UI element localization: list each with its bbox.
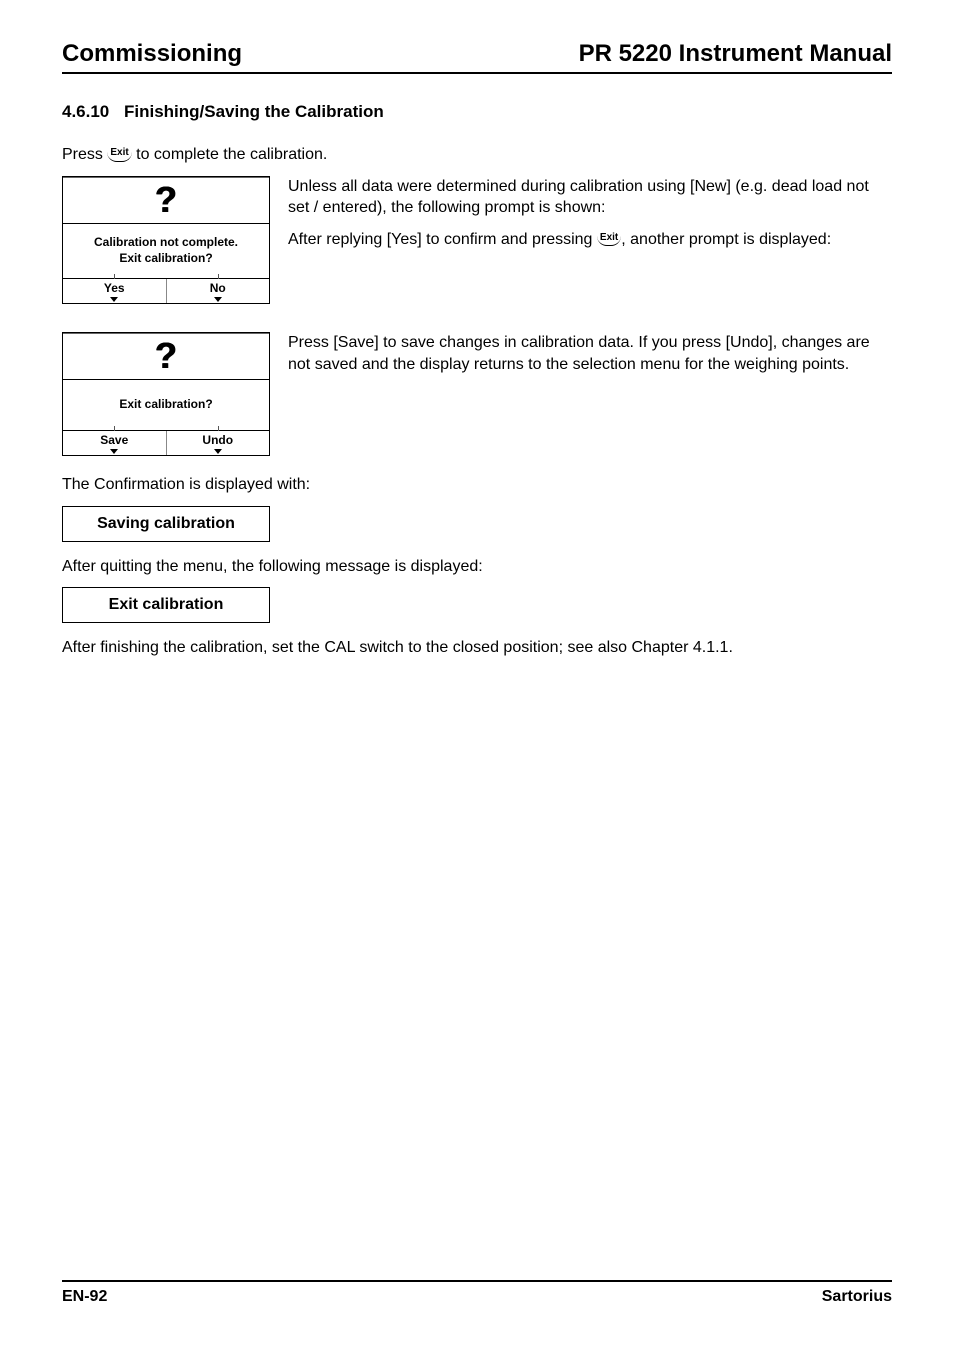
after-quit-text: After quitting the menu, the following m…	[62, 556, 892, 578]
row2-text: Press [Save] to save changes in calibrat…	[288, 332, 892, 385]
footer-brand: Sartorius	[822, 1288, 892, 1306]
screen-prompt-1: ? Calibration not complete. Exit calibra…	[62, 176, 270, 304]
question-mark-icon: ?	[155, 338, 177, 374]
undo-button[interactable]: Undo	[167, 431, 270, 455]
screen-icon-area: ?	[63, 177, 269, 224]
question-mark-icon: ?	[155, 182, 177, 218]
section-number: 4.6.10	[62, 102, 124, 122]
section-title: Finishing/Saving the Calibration	[124, 102, 384, 121]
exit-calibration-box: Exit calibration	[62, 587, 270, 623]
screen1-message: Calibration not complete. Exit calibrati…	[63, 224, 269, 279]
exit-key-icon: Exit	[597, 231, 621, 247]
screen-prompt-2: ? Exit calibration? Save Undo	[62, 332, 270, 456]
row-screen1: ? Calibration not complete. Exit calibra…	[62, 176, 892, 304]
confirm-intro: The Confirmation is displayed with:	[62, 474, 892, 496]
saving-calibration-box: Saving calibration	[62, 506, 270, 542]
closing-text: After finishing the calibration, set the…	[62, 637, 892, 659]
press-instruction: Press Exit to complete the calibration.	[62, 144, 892, 166]
header-right: PR 5220 Instrument Manual	[579, 40, 892, 68]
screen1-buttons: Yes No	[63, 279, 269, 303]
row1-para1: Unless all data were determined during c…	[288, 176, 892, 219]
row-screen2: ? Exit calibration? Save Undo Press [Sav…	[62, 332, 892, 456]
screen2-message: Exit calibration?	[63, 380, 269, 431]
section-heading: 4.6.10Finishing/Saving the Calibration	[62, 102, 892, 122]
no-button[interactable]: No	[167, 279, 270, 303]
save-button[interactable]: Save	[63, 431, 167, 455]
page-footer: EN-92 Sartorius	[62, 1280, 892, 1306]
header-left: Commissioning	[62, 40, 242, 68]
footer-page-number: EN-92	[62, 1288, 107, 1306]
page-header: Commissioning PR 5220 Instrument Manual	[62, 40, 892, 74]
screen2-buttons: Save Undo	[63, 431, 269, 455]
row1-text: Unless all data were determined during c…	[288, 176, 892, 261]
yes-button[interactable]: Yes	[63, 279, 167, 303]
screen-icon-area: ?	[63, 333, 269, 380]
row2-para: Press [Save] to save changes in calibrat…	[288, 332, 892, 375]
exit-key-icon: Exit	[107, 146, 131, 162]
row1-para2: After replying [Yes] to confirm and pres…	[288, 229, 892, 251]
